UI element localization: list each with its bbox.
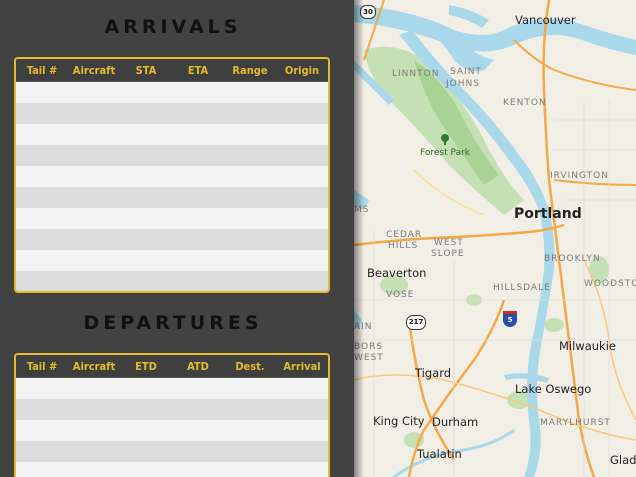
map-view[interactable]: Vancouver LINNTON SAINT JOHNS KENTON For… (354, 0, 636, 477)
map-label-cedar-hills-2: HILLS (388, 241, 419, 251)
map-label-beaverton: Beaverton (367, 266, 427, 280)
table-row[interactable] (16, 378, 328, 399)
arrivals-title: ARRIVALS (104, 16, 242, 38)
col-eta[interactable]: ETA (172, 64, 224, 77)
map-label-forest-park: Forest Park (420, 148, 470, 158)
table-row[interactable] (16, 441, 328, 462)
col-etd[interactable]: ETD (120, 360, 172, 373)
map-label-cedar-hills-1: CEDAR (386, 230, 423, 240)
panel-shadow (354, 0, 364, 477)
table-row[interactable] (16, 399, 328, 420)
map-label-tigard: Tigard (415, 366, 452, 380)
table-row[interactable] (16, 187, 328, 208)
map-label-hillsdale: HILLSDALE (493, 283, 551, 293)
map-label-marylhurst: MARYLHURST (540, 418, 611, 428)
map-label-brooklyn: BROOKLYN (544, 254, 601, 264)
interstate-5-shield-icon: 5 (503, 311, 517, 327)
departures-table: Tail # Aircraft ETD ATD Dest. Arrival (14, 353, 330, 477)
col-sta[interactable]: STA (120, 64, 172, 77)
table-row[interactable] (16, 271, 328, 291)
arrivals-table: Tail # Aircraft STA ETA Range Origin (14, 57, 330, 293)
arrivals-rows (16, 82, 328, 291)
map-label-west-slope-1: WEST (434, 238, 464, 248)
map-label-tualatin: Tualatin (417, 447, 462, 461)
map-label-saint-johns-1: SAINT (450, 67, 482, 77)
map-label-woodstock: WOODSTOC (584, 279, 636, 289)
col-dest[interactable]: Dest. (224, 360, 276, 373)
map-label-irvington: IRVINGTON (550, 171, 609, 181)
table-row[interactable] (16, 166, 328, 187)
col-tail[interactable]: Tail # (16, 64, 68, 77)
map-label-linnton: LINNTON (392, 69, 440, 79)
col-aircraft[interactable]: Aircraft (68, 360, 120, 373)
departures-rows (16, 378, 328, 477)
departures-title: DEPARTURES (83, 312, 263, 334)
table-row[interactable] (16, 82, 328, 103)
map-label-vose: VOSE (386, 290, 415, 300)
map-label-west-slope-2: SLOPE (431, 249, 465, 259)
col-range[interactable]: Range (224, 64, 276, 77)
table-row[interactable] (16, 145, 328, 166)
map-label-portland: Portland (514, 206, 582, 222)
map-label-kenton: KENTON (503, 98, 547, 108)
map-label-durham: Durham (432, 415, 479, 429)
col-atd[interactable]: ATD (172, 360, 224, 373)
table-row[interactable] (16, 250, 328, 271)
map-label-king-city: King City (373, 414, 425, 428)
arrivals-header-row: Tail # Aircraft STA ETA Range Origin (16, 59, 328, 82)
col-arrival[interactable]: Arrival (276, 360, 328, 373)
table-row[interactable] (16, 229, 328, 250)
col-tail[interactable]: Tail # (16, 360, 68, 373)
table-row[interactable] (16, 420, 328, 441)
flight-board-panel: ARRIVALS Tail # Aircraft STA ETA Range O… (0, 0, 354, 477)
route-217-shield-icon: 217 (406, 315, 426, 330)
map-label-vancouver: Vancouver (515, 13, 576, 27)
table-row[interactable] (16, 124, 328, 145)
departures-header-row: Tail # Aircraft ETD ATD Dest. Arrival (16, 355, 328, 378)
table-row[interactable] (16, 208, 328, 229)
table-row[interactable] (16, 103, 328, 124)
map-label-saint-johns-2: JOHNS (446, 79, 480, 89)
table-row[interactable] (16, 462, 328, 477)
map-label-glads: Glads (610, 453, 636, 467)
map-label-lake-oswego: Lake Oswego (515, 382, 592, 396)
col-origin[interactable]: Origin (276, 64, 328, 77)
col-aircraft[interactable]: Aircraft (68, 64, 120, 77)
map-label-milwaukie: Milwaukie (559, 339, 616, 353)
